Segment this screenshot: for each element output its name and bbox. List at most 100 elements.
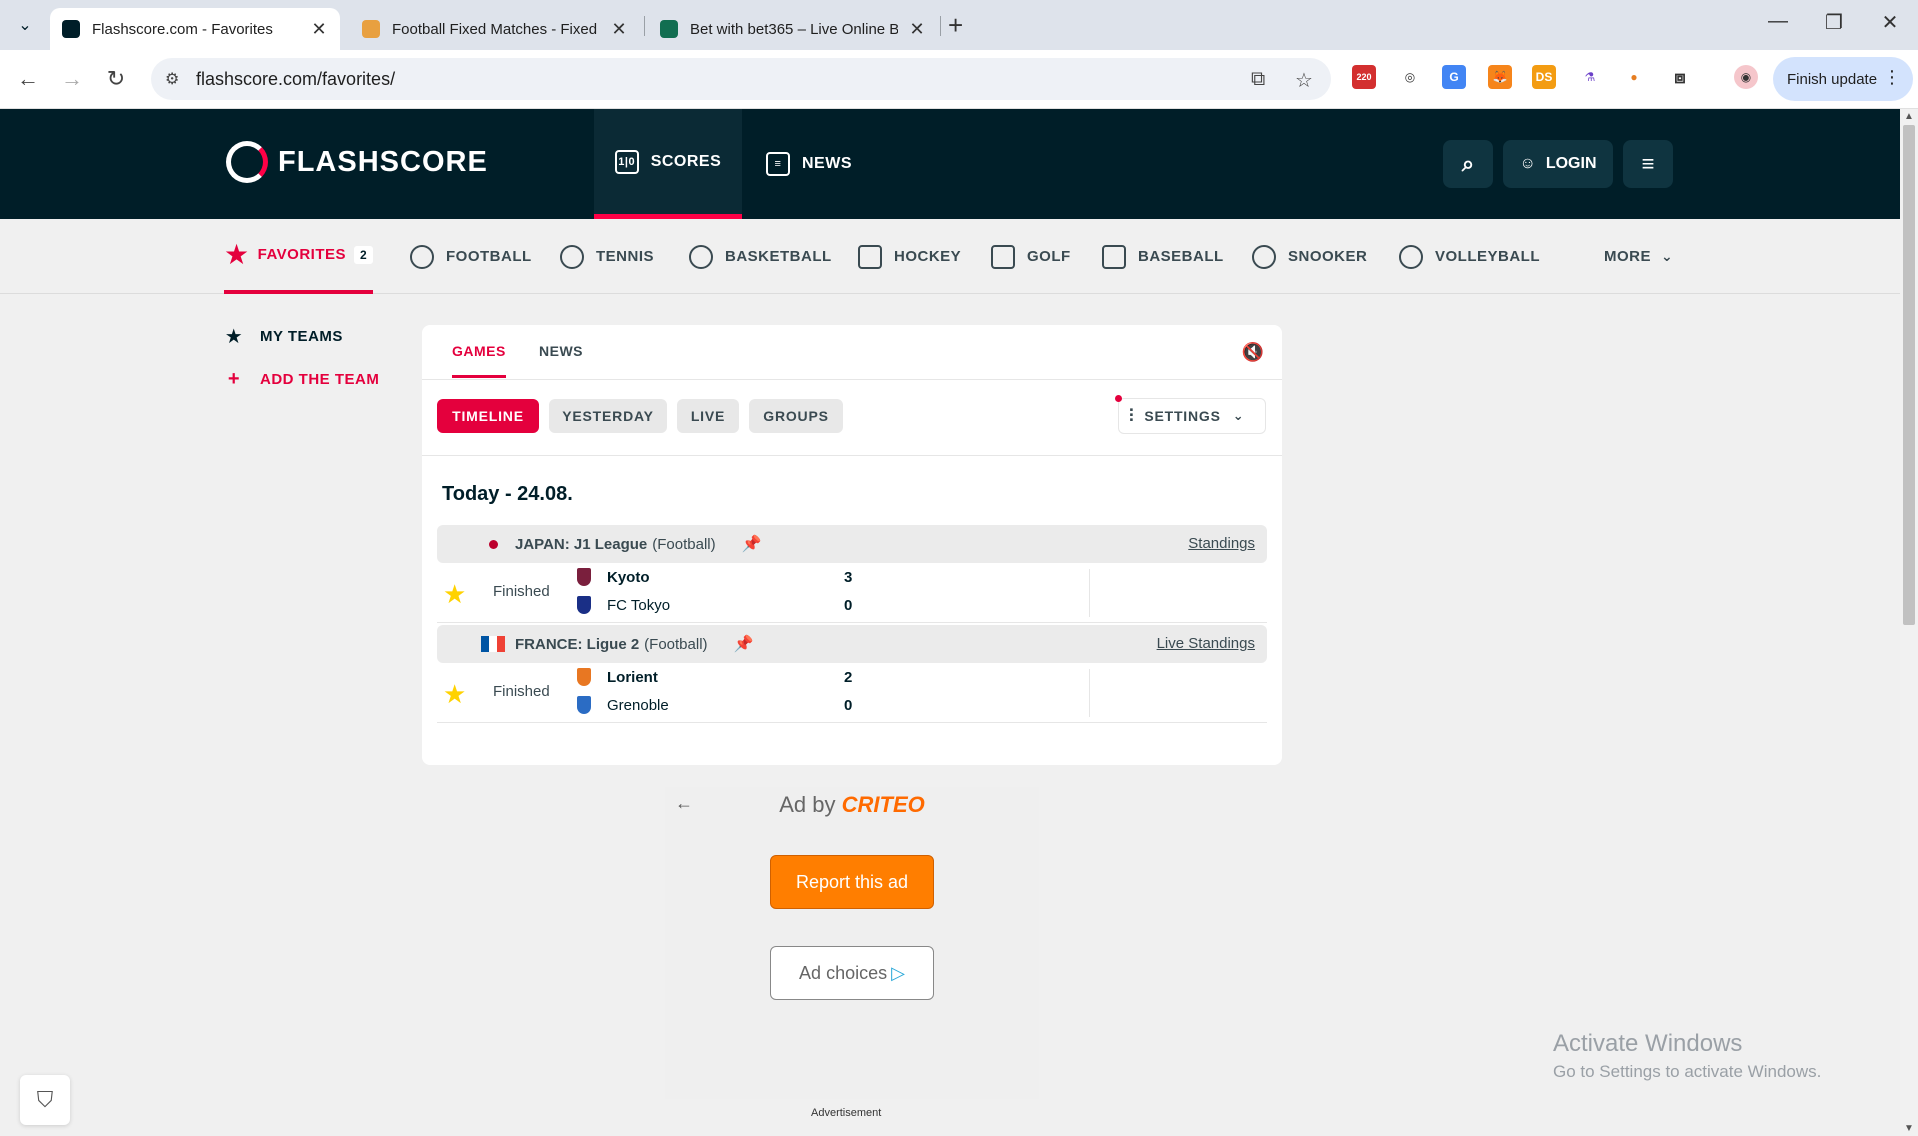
close-window-icon[interactable]: ✕ (1870, 10, 1910, 35)
sport-volleyball[interactable]: VOLLEYBALL (1399, 219, 1540, 294)
login-button[interactable]: ☺ LOGIN (1503, 140, 1613, 188)
sport-football[interactable]: FOOTBALL (410, 219, 532, 294)
nav-news[interactable]: ≡ NEWS (766, 109, 886, 219)
pin-icon[interactable]: 📌 (734, 634, 754, 654)
volleyball-icon (1399, 244, 1423, 269)
close-tab-icon[interactable]: ✕ (908, 19, 926, 40)
sport-snooker[interactable]: SNOOKER (1252, 219, 1367, 294)
browser-tab-bet365[interactable]: Bet with bet365 – Live Online Betting ✕ (648, 8, 938, 50)
extensions-puzzle-icon[interactable]: ⧈ (1668, 65, 1692, 89)
search-button[interactable]: ⌕ (1443, 140, 1493, 188)
minimize-icon[interactable]: — (1758, 10, 1798, 33)
metamask-icon[interactable]: 🦊 (1488, 65, 1512, 89)
flashscore-logo[interactable]: FLASHSCORE (226, 141, 488, 183)
match-status: Finished (493, 683, 550, 700)
favorite-star-icon[interactable]: ★ (443, 679, 466, 710)
standings-link[interactable]: Standings (1188, 535, 1255, 552)
activate-windows-watermark: Activate Windows Go to Settings to activ… (1553, 1030, 1822, 1081)
new-tab-icon[interactable]: + (948, 10, 963, 41)
sport-hockey[interactable]: HOCKEY (858, 219, 961, 294)
notification-dot (1115, 395, 1122, 402)
sport-baseball[interactable]: BASEBALL (1102, 219, 1224, 294)
settings-button[interactable]: ⫶ SETTINGS ⌄ (1115, 395, 1266, 434)
sport-basketball[interactable]: BASKETBALL (689, 219, 832, 294)
page-scrollbar[interactable]: ▲ ▼ (1900, 109, 1918, 1136)
sport-golf[interactable]: GOLF (991, 219, 1071, 294)
filter-timeline[interactable]: TIMELINE (437, 399, 539, 433)
golf-icon (991, 244, 1015, 269)
tab-search-dropdown-icon[interactable]: ⌄ (10, 12, 40, 38)
sound-mute-icon[interactable]: 🔇 (1242, 342, 1264, 363)
extension-badge-icon[interactable]: 220 (1352, 65, 1376, 89)
more-menu-icon[interactable]: ⋮ (1883, 67, 1901, 88)
profile-avatar-icon[interactable]: ◉ (1734, 65, 1758, 89)
league-header-japan[interactable]: JAPAN: J1 League (Football) 📌 Standings (437, 525, 1267, 563)
tennis-icon (560, 244, 584, 269)
ds-extension-icon[interactable]: DS (1532, 65, 1556, 89)
browser-tab-flashscore[interactable]: Flashscore.com - Favorites ✕ (50, 8, 340, 50)
football-icon (410, 244, 434, 269)
match-status: Finished (493, 583, 550, 600)
snooker-icon (1252, 244, 1276, 269)
address-bar[interactable]: ⚙ flashscore.com/favorites/ ⧉ ☆ (151, 58, 1331, 100)
my-teams-link[interactable]: ★ MY TEAMS (224, 324, 343, 349)
ad-by-label: Ad by CRITEO (779, 792, 925, 817)
basketball-icon (689, 244, 713, 269)
pin-icon[interactable]: 📌 (742, 534, 762, 554)
google-translate-icon[interactable]: G (1442, 65, 1466, 89)
date-header: Today - 24.08. (442, 483, 573, 505)
browser-tabbar: ⌄ Flashscore.com - Favorites ✕ Football … (0, 0, 1918, 50)
home-team: Kyoto (607, 569, 650, 586)
close-tab-icon[interactable]: ✕ (610, 19, 628, 40)
football-favicon-icon (362, 20, 380, 38)
scroll-up-icon[interactable]: ▲ (1904, 111, 1914, 122)
back-icon[interactable]: ← (13, 64, 43, 94)
browser-tab-fixed-matches[interactable]: Football Fixed Matches - Fixed Matches ✕ (350, 8, 640, 50)
sport-favorites[interactable]: ★ FAVORITES 2 (224, 219, 374, 294)
advertisement-label: Advertisement (811, 1107, 882, 1119)
scroll-down-icon[interactable]: ▼ (1904, 1123, 1914, 1134)
site-header: FLASHSCORE 1|0 SCORES ≡ NEWS ⌕ ☺ LOGIN ≡ (0, 109, 1900, 219)
advertisement-box: ← Ad by CRITEO Report this ad Ad choices… (665, 787, 1039, 1099)
home-score: 3 (844, 569, 853, 586)
reload-icon[interactable]: ↻ (101, 64, 131, 94)
france-flag-icon (481, 636, 505, 652)
league-header-france[interactable]: FRANCE: Ligue 2 (Football) 📌 Live Standi… (437, 625, 1267, 663)
lab-flask-icon[interactable]: ⚗ (1578, 65, 1602, 89)
monkey-extension-icon[interactable]: ● (1622, 65, 1646, 89)
live-standings-link[interactable]: Live Standings (1157, 635, 1255, 652)
shield-check-icon: ⛉ (36, 1087, 54, 1112)
filter-groups[interactable]: GROUPS (749, 399, 843, 433)
translate-icon[interactable]: ⧉ (1251, 68, 1265, 91)
filter-yesterday[interactable]: YESTERDAY (549, 399, 667, 433)
report-ad-button[interactable]: Report this ad (770, 855, 934, 909)
privacy-shield-button[interactable]: ⛉ (20, 1075, 70, 1125)
add-team-link[interactable]: + ADD THE TEAM (224, 368, 379, 391)
sport-more[interactable]: MORE ⌄ (1604, 219, 1673, 294)
hockey-icon (858, 244, 882, 269)
site-info-icon[interactable]: ⚙ (165, 69, 179, 89)
away-team: Grenoble (607, 697, 669, 714)
filter-live[interactable]: LIVE (677, 399, 739, 433)
flashscore-favicon-icon (62, 20, 80, 38)
chevron-down-icon: ⌄ (1661, 248, 1674, 264)
finish-update-button[interactable]: Finish update ⋮ (1773, 57, 1913, 101)
tab-news[interactable]: NEWS (539, 343, 583, 375)
plus-icon: + (227, 368, 241, 390)
nav-scores[interactable]: 1|0 SCORES (594, 109, 742, 219)
lorient-logo-icon (577, 668, 591, 686)
match-row[interactable]: ★ Finished Lorient Grenoble 2 0 (437, 663, 1267, 723)
bookmark-star-icon[interactable]: ☆ (1295, 68, 1313, 93)
restore-icon[interactable]: ❐ (1814, 10, 1854, 35)
tab-games[interactable]: GAMES (452, 343, 506, 378)
match-row[interactable]: ★ Finished Kyoto FC Tokyo 3 0 (437, 563, 1267, 623)
chevron-down-icon: ⌄ (1232, 408, 1245, 423)
close-tab-icon[interactable]: ✕ (310, 19, 328, 40)
ad-choices-button[interactable]: Ad choices ▷ (770, 946, 934, 1000)
forward-icon[interactable]: → (57, 64, 87, 94)
scrollbar-thumb[interactable] (1903, 125, 1915, 625)
menu-button[interactable]: ≡ (1623, 140, 1673, 188)
sport-tennis[interactable]: TENNIS (560, 219, 654, 294)
favorite-star-icon[interactable]: ★ (443, 579, 466, 610)
extension-eye-icon[interactable]: ◎ (1398, 65, 1422, 89)
